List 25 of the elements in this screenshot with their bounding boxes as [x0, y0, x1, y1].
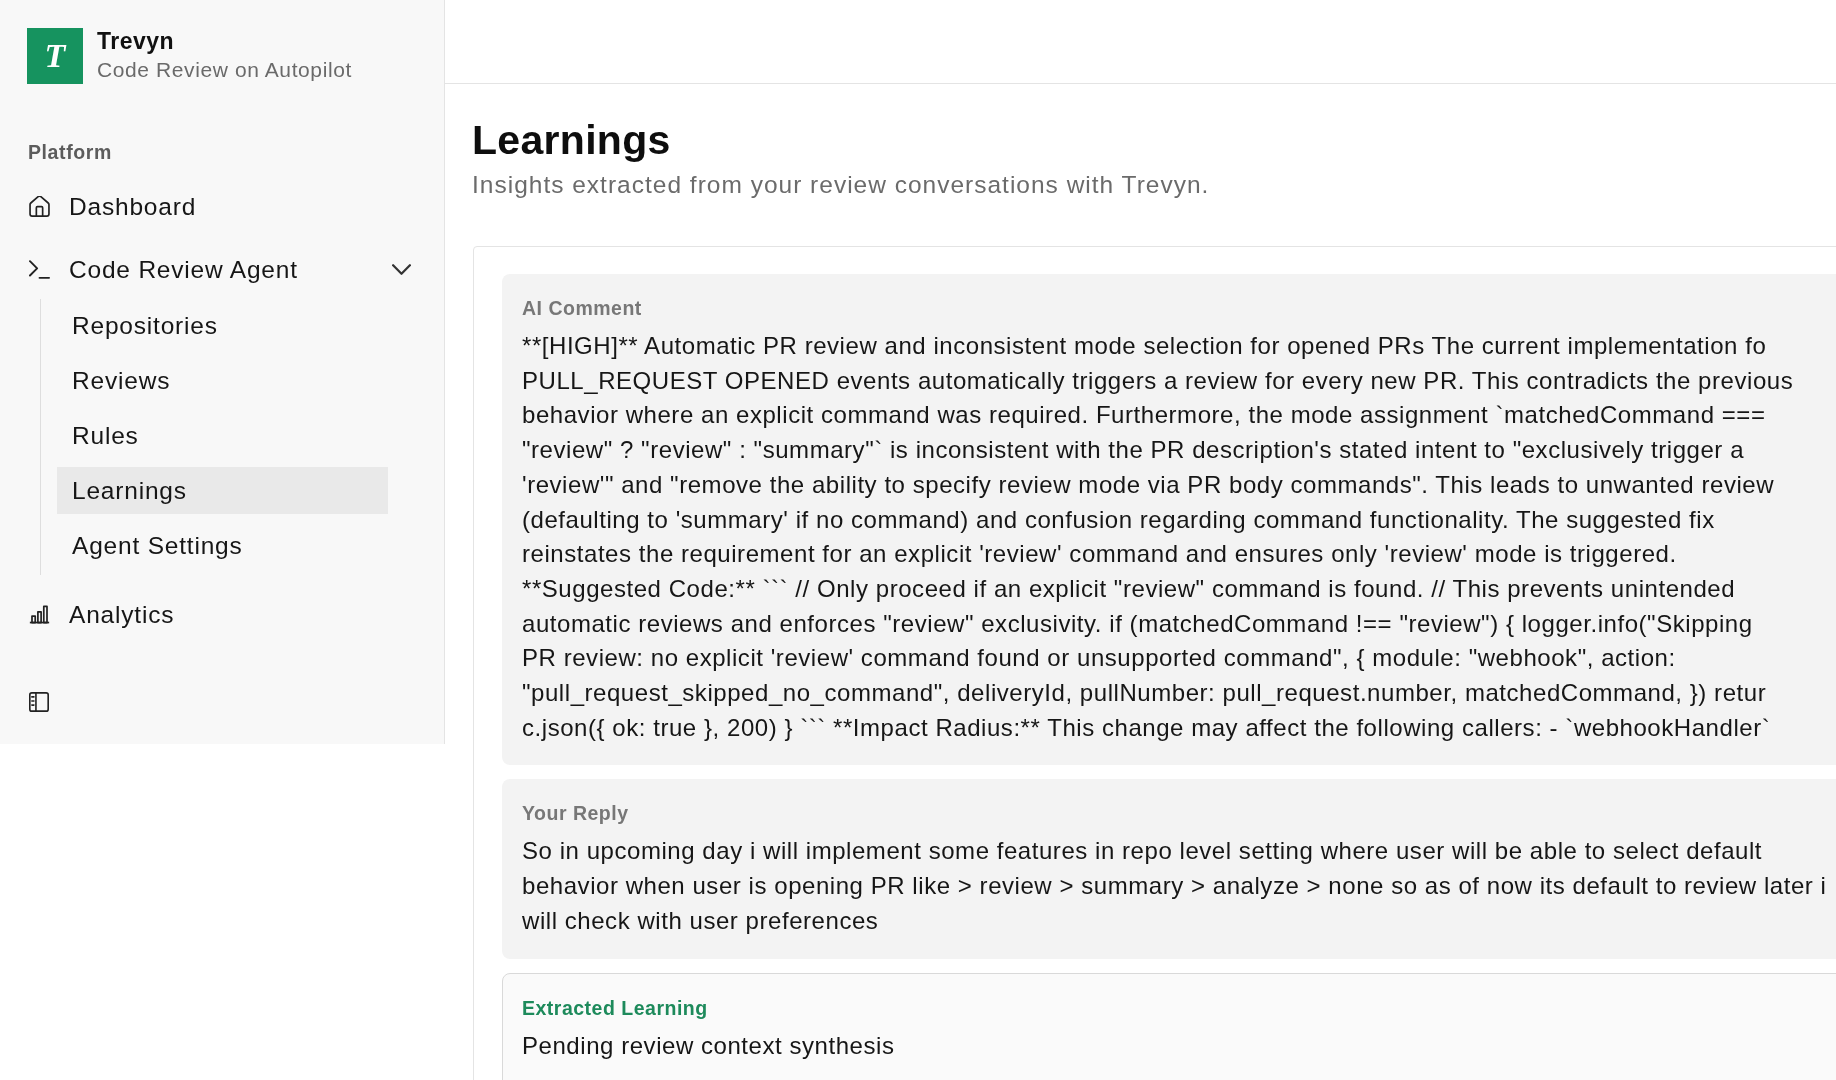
terminal-icon	[29, 259, 50, 280]
section-label: Extracted Learning	[522, 995, 708, 1021]
page-title: Learnings	[472, 116, 672, 164]
nav-section-label: Platform	[27, 140, 112, 164]
logo: T	[27, 28, 83, 84]
sidebar-toggle-button[interactable]	[29, 692, 49, 712]
brand-tagline: Code Review on Autopilot	[97, 58, 352, 82]
nav-subitem[interactable]: Repositories	[57, 302, 388, 349]
sidebar-panel-icon	[29, 692, 49, 712]
nav-subitem[interactable]: Learnings	[57, 467, 388, 514]
section-label: Your Reply	[522, 801, 629, 827]
nav-item[interactable]: Code Review Agent	[0, 246, 444, 293]
reply-text: So in upcoming day i will implement some features in repo level setting where user will be able to select default behavior when user is opening PR like > review > summary > analyze > none so as of now its default to review later i will check with user preferences	[522, 836, 1828, 936]
section-label: AI Comment	[522, 296, 642, 321]
brand-name: Trevyn	[97, 28, 176, 54]
ai-comment-text: **[HIGH]** Automatic PR review and inconsistent mode selection for opened PRs The current implementation fo PULL_REQUEST OPENED events automatically triggers a review for every new PR. This contradicts the previous behavior where an explicit command was required. Furthermore, the mode assignment `matchedCommand === "review" ? "review" : "summary"` is inconsistent with the PR description's stated intent to "exclusively trigger a 'review'" and "remove the ability to specify review mode via PR body commands". This leads to unwanted review (defaulting to 'summary' if no command) and confusion regarding command functionality. The suggested fix reinstates the requirement for an explicit 'review' command and ensures only 'review' mode is triggered. **Suggested Code:** ``` // Only proceed if an explicit "review" command is found. // This prevents unintended automatic reviews and enforces "review" exclusivity. if (matchedCommand !== "review") { logger.info("Skipping PR review: no explicit 'review' command found or unsupported command", { module: "webhook", action: "pull_request_skipped_no_command", deliveryId, pullNumber: pull_request.number, matchedCommand, }) retur c.json({ ok: true }, 200) } ``` **Impact Radius:** This change may affect the following callers: - `webhookHandler`	[522, 331, 1795, 743]
nav-subitem[interactable]: Rules	[57, 412, 388, 459]
bar-chart-icon	[29, 604, 50, 625]
nav-item[interactable]: Analytics	[0, 591, 444, 638]
learning-text: Pending review context synthesis	[522, 1030, 896, 1061]
nav-item[interactable]: Dashboard	[0, 183, 444, 230]
home-icon	[29, 196, 50, 217]
nav-subitem[interactable]: Agent Settings	[57, 522, 388, 569]
nav-subitem[interactable]: Reviews	[57, 357, 388, 404]
page-subtitle: Insights extracted from your review conversations with Trevyn.	[472, 171, 1211, 199]
